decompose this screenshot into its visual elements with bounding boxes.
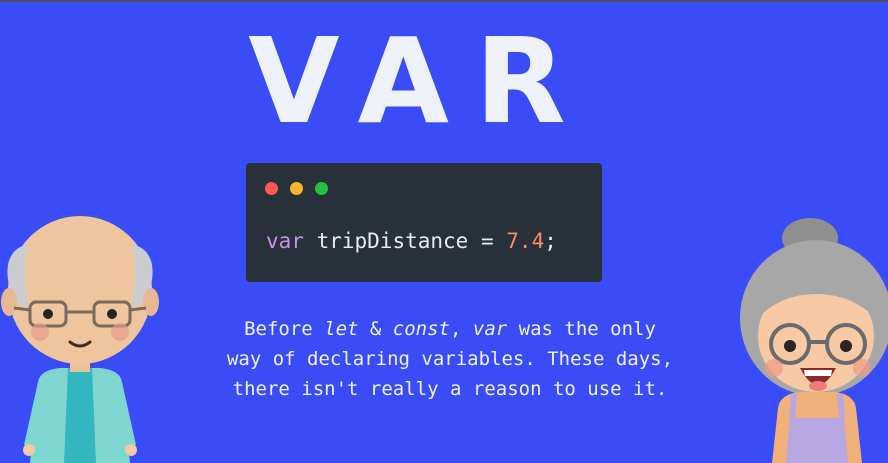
code-keyword: var [266,229,304,253]
description: Before let & const, var was the only way… [150,314,750,404]
window-minimize-dot [290,182,303,195]
keyword-let: let [324,318,359,340]
page-title: VAR [248,12,592,150]
window-maximize-dot [315,182,328,195]
keyword-var: var [472,318,508,340]
description-line-3: there isn't really a reason to use it. [232,378,668,400]
code-number: 7.4 [506,229,545,253]
keyword-const: const [392,318,450,340]
top-border [0,0,888,2]
old-man-illustration [1,216,159,463]
code-operator: = [480,229,494,253]
old-woman-illustration [740,218,888,463]
description-line-1: Before let & const, var was the only [244,318,656,340]
code-identifier: tripDistance [316,229,469,253]
code-line: var tripDistance = 7.4; [266,229,557,253]
code-terminator: ; [544,229,557,253]
description-line-2: way of declaring variables. These days, [226,348,674,370]
window-close-dot [265,182,278,195]
code-window: var tripDistance = 7.4; [246,163,602,282]
